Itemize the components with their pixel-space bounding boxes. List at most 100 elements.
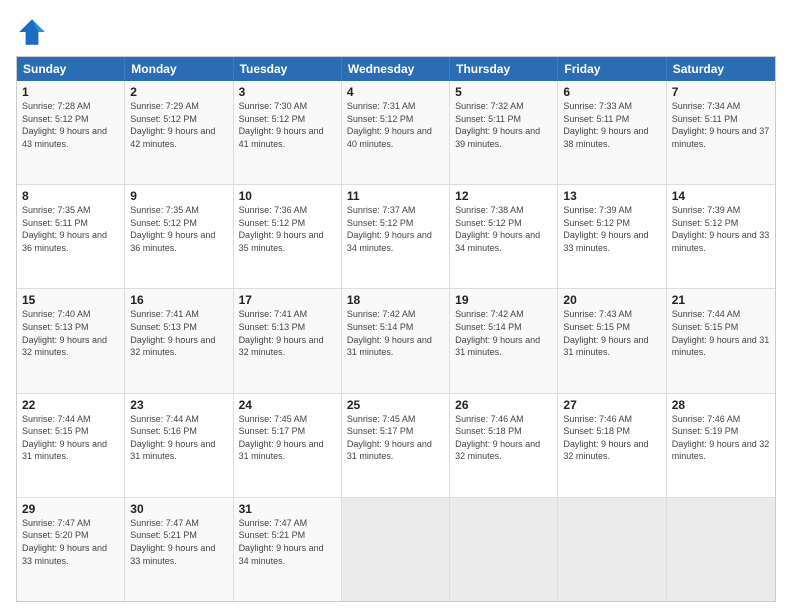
day-cell-13: 13 Sunrise: 7:39 AMSunset: 5:12 PMDaylig… — [558, 185, 666, 288]
cell-info: Sunrise: 7:34 AMSunset: 5:11 PMDaylight:… — [672, 100, 770, 150]
day-header-saturday: Saturday — [667, 57, 775, 81]
day-number: 18 — [347, 293, 444, 307]
week-row-1: 1 Sunrise: 7:28 AMSunset: 5:12 PMDayligh… — [17, 81, 775, 184]
cell-info: Sunrise: 7:35 AMSunset: 5:11 PMDaylight:… — [22, 204, 119, 254]
day-number: 16 — [130, 293, 227, 307]
cell-info: Sunrise: 7:44 AMSunset: 5:15 PMDaylight:… — [672, 308, 770, 358]
day-number: 27 — [563, 398, 660, 412]
logo-icon — [16, 16, 48, 48]
day-cell-14: 14 Sunrise: 7:39 AMSunset: 5:12 PMDaylig… — [667, 185, 775, 288]
day-cell-25: 25 Sunrise: 7:45 AMSunset: 5:17 PMDaylig… — [342, 394, 450, 497]
day-cell-3: 3 Sunrise: 7:30 AMSunset: 5:12 PMDayligh… — [234, 81, 342, 184]
cell-info: Sunrise: 7:44 AMSunset: 5:15 PMDaylight:… — [22, 413, 119, 463]
day-header-thursday: Thursday — [450, 57, 558, 81]
day-number: 13 — [563, 189, 660, 203]
day-number: 9 — [130, 189, 227, 203]
day-number: 6 — [563, 85, 660, 99]
cell-info: Sunrise: 7:42 AMSunset: 5:14 PMDaylight:… — [455, 308, 552, 358]
day-cell-4: 4 Sunrise: 7:31 AMSunset: 5:12 PMDayligh… — [342, 81, 450, 184]
cell-info: Sunrise: 7:31 AMSunset: 5:12 PMDaylight:… — [347, 100, 444, 150]
day-header-monday: Monday — [125, 57, 233, 81]
cell-info: Sunrise: 7:41 AMSunset: 5:13 PMDaylight:… — [130, 308, 227, 358]
page: SundayMondayTuesdayWednesdayThursdayFrid… — [0, 0, 792, 612]
cell-info: Sunrise: 7:29 AMSunset: 5:12 PMDaylight:… — [130, 100, 227, 150]
day-number: 17 — [239, 293, 336, 307]
day-number: 22 — [22, 398, 119, 412]
cell-info: Sunrise: 7:47 AMSunset: 5:20 PMDaylight:… — [22, 517, 119, 567]
day-number: 14 — [672, 189, 770, 203]
day-cell-18: 18 Sunrise: 7:42 AMSunset: 5:14 PMDaylig… — [342, 289, 450, 392]
day-number: 23 — [130, 398, 227, 412]
day-cell-28: 28 Sunrise: 7:46 AMSunset: 5:19 PMDaylig… — [667, 394, 775, 497]
day-cell-2: 2 Sunrise: 7:29 AMSunset: 5:12 PMDayligh… — [125, 81, 233, 184]
empty-cell — [450, 498, 558, 601]
week-row-5: 29 Sunrise: 7:47 AMSunset: 5:20 PMDaylig… — [17, 497, 775, 601]
day-cell-16: 16 Sunrise: 7:41 AMSunset: 5:13 PMDaylig… — [125, 289, 233, 392]
day-cell-7: 7 Sunrise: 7:34 AMSunset: 5:11 PMDayligh… — [667, 81, 775, 184]
day-cell-12: 12 Sunrise: 7:38 AMSunset: 5:12 PMDaylig… — [450, 185, 558, 288]
day-number: 19 — [455, 293, 552, 307]
day-number: 28 — [672, 398, 770, 412]
day-number: 5 — [455, 85, 552, 99]
day-number: 26 — [455, 398, 552, 412]
cell-info: Sunrise: 7:46 AMSunset: 5:18 PMDaylight:… — [563, 413, 660, 463]
empty-cell — [667, 498, 775, 601]
cell-info: Sunrise: 7:28 AMSunset: 5:12 PMDaylight:… — [22, 100, 119, 150]
cell-info: Sunrise: 7:41 AMSunset: 5:13 PMDaylight:… — [239, 308, 336, 358]
day-cell-8: 8 Sunrise: 7:35 AMSunset: 5:11 PMDayligh… — [17, 185, 125, 288]
week-row-4: 22 Sunrise: 7:44 AMSunset: 5:15 PMDaylig… — [17, 393, 775, 497]
cell-info: Sunrise: 7:40 AMSunset: 5:13 PMDaylight:… — [22, 308, 119, 358]
day-cell-22: 22 Sunrise: 7:44 AMSunset: 5:15 PMDaylig… — [17, 394, 125, 497]
cell-info: Sunrise: 7:32 AMSunset: 5:11 PMDaylight:… — [455, 100, 552, 150]
day-cell-24: 24 Sunrise: 7:45 AMSunset: 5:17 PMDaylig… — [234, 394, 342, 497]
day-cell-6: 6 Sunrise: 7:33 AMSunset: 5:11 PMDayligh… — [558, 81, 666, 184]
day-cell-10: 10 Sunrise: 7:36 AMSunset: 5:12 PMDaylig… — [234, 185, 342, 288]
day-cell-26: 26 Sunrise: 7:46 AMSunset: 5:18 PMDaylig… — [450, 394, 558, 497]
cell-info: Sunrise: 7:44 AMSunset: 5:16 PMDaylight:… — [130, 413, 227, 463]
day-number: 29 — [22, 502, 119, 516]
day-cell-5: 5 Sunrise: 7:32 AMSunset: 5:11 PMDayligh… — [450, 81, 558, 184]
day-cell-15: 15 Sunrise: 7:40 AMSunset: 5:13 PMDaylig… — [17, 289, 125, 392]
day-cell-27: 27 Sunrise: 7:46 AMSunset: 5:18 PMDaylig… — [558, 394, 666, 497]
day-cell-31: 31 Sunrise: 7:47 AMSunset: 5:21 PMDaylig… — [234, 498, 342, 601]
day-number: 30 — [130, 502, 227, 516]
cell-info: Sunrise: 7:35 AMSunset: 5:12 PMDaylight:… — [130, 204, 227, 254]
day-number: 10 — [239, 189, 336, 203]
week-row-3: 15 Sunrise: 7:40 AMSunset: 5:13 PMDaylig… — [17, 288, 775, 392]
logo — [16, 16, 52, 48]
day-cell-21: 21 Sunrise: 7:44 AMSunset: 5:15 PMDaylig… — [667, 289, 775, 392]
day-header-tuesday: Tuesday — [234, 57, 342, 81]
day-number: 1 — [22, 85, 119, 99]
cell-info: Sunrise: 7:37 AMSunset: 5:12 PMDaylight:… — [347, 204, 444, 254]
empty-cell — [342, 498, 450, 601]
day-number: 15 — [22, 293, 119, 307]
cell-info: Sunrise: 7:42 AMSunset: 5:14 PMDaylight:… — [347, 308, 444, 358]
cell-info: Sunrise: 7:39 AMSunset: 5:12 PMDaylight:… — [563, 204, 660, 254]
day-number: 7 — [672, 85, 770, 99]
day-cell-19: 19 Sunrise: 7:42 AMSunset: 5:14 PMDaylig… — [450, 289, 558, 392]
empty-cell — [558, 498, 666, 601]
cell-info: Sunrise: 7:43 AMSunset: 5:15 PMDaylight:… — [563, 308, 660, 358]
calendar: SundayMondayTuesdayWednesdayThursdayFrid… — [16, 56, 776, 602]
day-cell-17: 17 Sunrise: 7:41 AMSunset: 5:13 PMDaylig… — [234, 289, 342, 392]
day-number: 31 — [239, 502, 336, 516]
day-number: 11 — [347, 189, 444, 203]
header — [16, 16, 776, 48]
day-cell-11: 11 Sunrise: 7:37 AMSunset: 5:12 PMDaylig… — [342, 185, 450, 288]
cell-info: Sunrise: 7:39 AMSunset: 5:12 PMDaylight:… — [672, 204, 770, 254]
day-number: 24 — [239, 398, 336, 412]
day-cell-20: 20 Sunrise: 7:43 AMSunset: 5:15 PMDaylig… — [558, 289, 666, 392]
cell-info: Sunrise: 7:33 AMSunset: 5:11 PMDaylight:… — [563, 100, 660, 150]
calendar-body: 1 Sunrise: 7:28 AMSunset: 5:12 PMDayligh… — [17, 81, 775, 601]
cell-info: Sunrise: 7:47 AMSunset: 5:21 PMDaylight:… — [130, 517, 227, 567]
week-row-2: 8 Sunrise: 7:35 AMSunset: 5:11 PMDayligh… — [17, 184, 775, 288]
cell-info: Sunrise: 7:46 AMSunset: 5:19 PMDaylight:… — [672, 413, 770, 463]
day-number: 21 — [672, 293, 770, 307]
cell-info: Sunrise: 7:38 AMSunset: 5:12 PMDaylight:… — [455, 204, 552, 254]
day-number: 4 — [347, 85, 444, 99]
cell-info: Sunrise: 7:45 AMSunset: 5:17 PMDaylight:… — [239, 413, 336, 463]
day-number: 25 — [347, 398, 444, 412]
cell-info: Sunrise: 7:30 AMSunset: 5:12 PMDaylight:… — [239, 100, 336, 150]
day-header-wednesday: Wednesday — [342, 57, 450, 81]
day-number: 3 — [239, 85, 336, 99]
